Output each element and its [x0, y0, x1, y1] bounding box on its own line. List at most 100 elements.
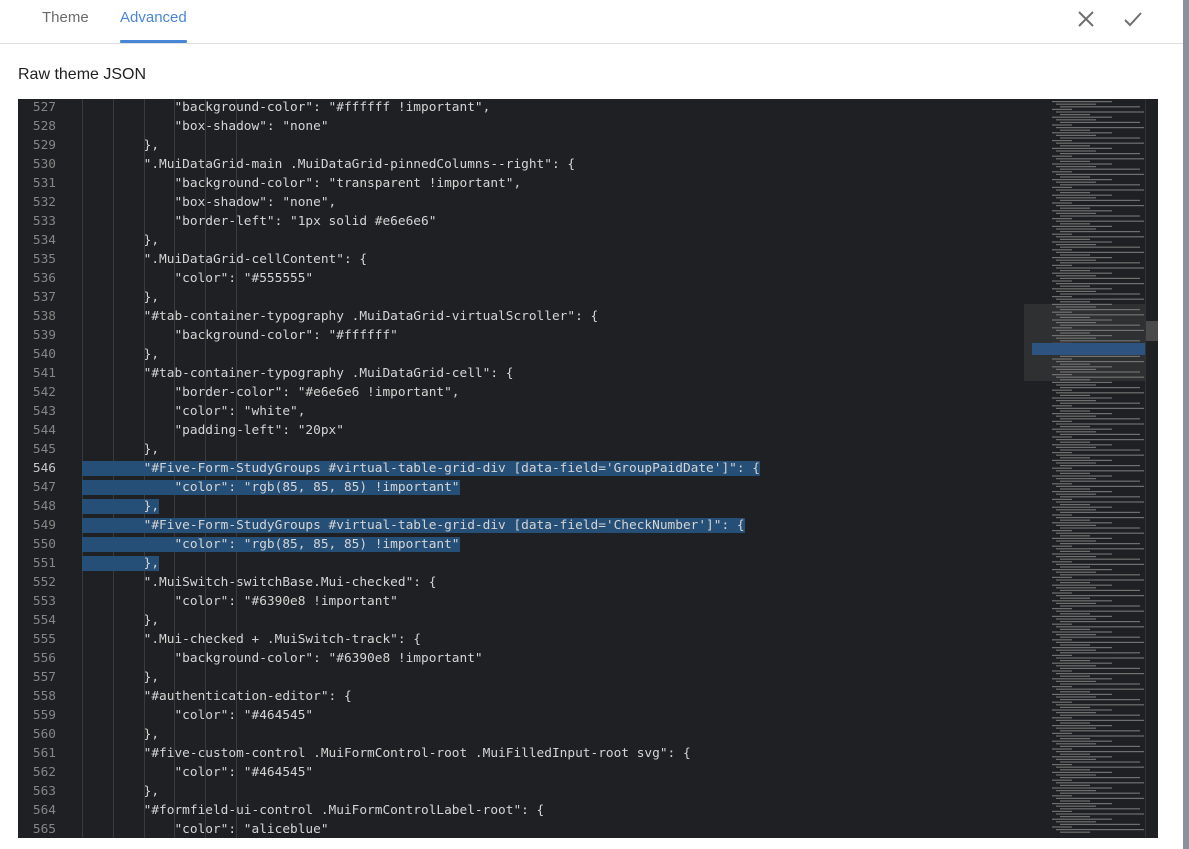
code-line-text: "#Five-Form-StudyGroups #virtual-table-g… [82, 461, 760, 476]
code-line-text: "#authentication-editor": { [82, 689, 352, 704]
minimap-line [1052, 163, 1112, 165]
code-line[interactable]: "color": "#6390e8 !important" [82, 592, 397, 611]
code-line-text: ".Mui-checked + .MuiSwitch-track": { [82, 632, 421, 647]
code-line[interactable]: }, [82, 554, 160, 573]
minimap-line [1056, 228, 1096, 230]
minimap-line [1052, 576, 1072, 578]
minimap-line [1056, 244, 1096, 246]
code-line[interactable]: ".MuiDataGrid-main .MuiDataGrid-pinnedCo… [82, 155, 575, 174]
code-line[interactable]: "color": "#555555" [82, 269, 313, 288]
minimap-line [1060, 550, 1090, 552]
close-icon[interactable] [1075, 8, 1097, 30]
code-line[interactable]: }, [82, 611, 159, 630]
code-line[interactable]: }, [82, 725, 159, 744]
minimap-line [1056, 657, 1144, 659]
code-line[interactable]: "#tab-container-typography .MuiDataGrid-… [82, 364, 514, 383]
tab-advanced[interactable]: Advanced [120, 0, 187, 43]
code-line[interactable]: "background-color": "#ffffff" [82, 326, 398, 345]
code-line[interactable]: "box-shadow": "none" [82, 117, 328, 136]
minimap-line [1052, 678, 1112, 680]
code-line[interactable]: "#Five-Form-StudyGroups #virtual-table-g… [82, 516, 745, 535]
code-line[interactable]: "color": "rgb(85, 85, 85) !important" [82, 478, 460, 497]
code-line[interactable]: "#five-custom-control .MuiFormControl-ro… [82, 744, 691, 763]
code-line[interactable]: "color": "#464545" [82, 763, 313, 782]
minimap[interactable] [1024, 99, 1145, 838]
code-line[interactable]: "color": "aliceblue" [82, 820, 328, 838]
code-line[interactable]: "color": "rgb(85, 85, 85) !important" [82, 535, 460, 554]
code-line-text: }, [82, 290, 160, 305]
code-line[interactable]: "color": "white", [82, 402, 305, 421]
line-number: 540 [32, 347, 56, 362]
page-scrollbar[interactable] [1183, 0, 1189, 849]
minimap-line [1052, 826, 1072, 828]
minimap-line [1060, 831, 1090, 833]
minimap-line [1052, 108, 1072, 110]
code-line-text: ".MuiDataGrid-cellContent": { [82, 252, 368, 267]
editor-scrollbar-thumb[interactable] [1146, 321, 1158, 341]
minimap-line [1056, 446, 1096, 448]
code-line[interactable]: "padding-left": "20px" [82, 421, 344, 440]
code-line[interactable]: }, [82, 288, 159, 307]
code-line[interactable]: "background-color": "#ffffff !important"… [82, 99, 490, 117]
code-line[interactable]: "#Five-Form-StudyGroups #virtual-table-g… [82, 459, 760, 478]
minimap-line [1056, 665, 1096, 667]
code-line-text: "background-color": "#6390e8 !important" [82, 651, 483, 666]
editor-scrollbar[interactable] [1145, 99, 1158, 838]
code-area[interactable]: "background-color": "#ffffff !important"… [82, 99, 1022, 838]
minimap-line [1060, 566, 1090, 568]
tab-theme[interactable]: Theme [42, 0, 89, 43]
minimap-line [1060, 800, 1090, 802]
minimap-line [1052, 662, 1112, 664]
minimap-line [1056, 782, 1144, 784]
code-line[interactable]: "#authentication-editor": { [82, 687, 352, 706]
minimap-line [1052, 506, 1112, 508]
code-line[interactable]: }, [82, 497, 160, 516]
minimap-line [1060, 511, 1140, 513]
code-line[interactable]: ".MuiDataGrid-cellContent": { [82, 250, 367, 269]
line-number: 539 [32, 328, 56, 343]
code-line-text: }, [82, 347, 160, 362]
code-line-text: ".MuiSwitch-switchBase.Mui-checked": { [82, 575, 437, 590]
minimap-line [1060, 730, 1140, 732]
code-line[interactable]: "box-shadow": "none", [82, 193, 336, 212]
code-line[interactable]: "color": "#464545" [82, 706, 313, 725]
code-line[interactable]: }, [82, 782, 159, 801]
code-line[interactable]: ".Mui-checked + .MuiSwitch-track": { [82, 630, 421, 649]
minimap-line [1060, 465, 1140, 467]
minimap-line [1052, 413, 1112, 415]
minimap-line [1052, 764, 1072, 766]
code-line[interactable]: "#tab-container-typography .MuiDataGrid-… [82, 307, 599, 326]
check-icon[interactable] [1122, 8, 1144, 30]
code-line[interactable]: }, [82, 345, 159, 364]
minimap-line [1052, 600, 1112, 602]
line-number: 551 [32, 556, 56, 571]
code-line[interactable]: }, [82, 231, 159, 250]
code-line-text: "color": "#464545" [82, 765, 314, 780]
code-line[interactable]: }, [82, 440, 159, 459]
minimap-line [1060, 231, 1140, 233]
code-line-text: "color": "white", [82, 404, 306, 419]
code-line[interactable]: "border-left": "1px solid #e6e6e6" [82, 212, 436, 231]
code-line[interactable]: ".MuiSwitch-switchBase.Mui-checked": { [82, 573, 437, 592]
code-line[interactable]: "border-color": "#e6e6e6 !important", [82, 383, 459, 402]
minimap-line [1056, 634, 1096, 636]
code-line-text: "background-color": "#ffffff" [82, 328, 398, 343]
minimap-line [1052, 771, 1112, 773]
json-code-editor[interactable]: 527 528 529 530 531 532 533 534 535 536 537 538 539 5… [18, 99, 1158, 838]
minimap-line [1060, 745, 1140, 747]
minimap-line [1060, 254, 1090, 256]
minimap-line [1060, 816, 1090, 818]
code-line[interactable]: "background-color": "#6390e8 !important" [82, 649, 483, 668]
minimap-line [1056, 758, 1096, 760]
minimap-line [1052, 202, 1072, 204]
minimap-line [1052, 288, 1112, 290]
minimap-line [1056, 626, 1144, 628]
line-number: 559 [32, 708, 56, 723]
minimap-line [1056, 805, 1096, 807]
minimap-line [1052, 147, 1112, 149]
code-line[interactable]: "background-color": "transparent !import… [82, 174, 521, 193]
code-line[interactable]: }, [82, 136, 159, 155]
code-line-text: "#formfield-ui-control .MuiFormControlLa… [82, 803, 545, 818]
code-line[interactable]: }, [82, 668, 159, 687]
code-line[interactable]: "#formfield-ui-control .MuiFormControlLa… [82, 801, 545, 820]
